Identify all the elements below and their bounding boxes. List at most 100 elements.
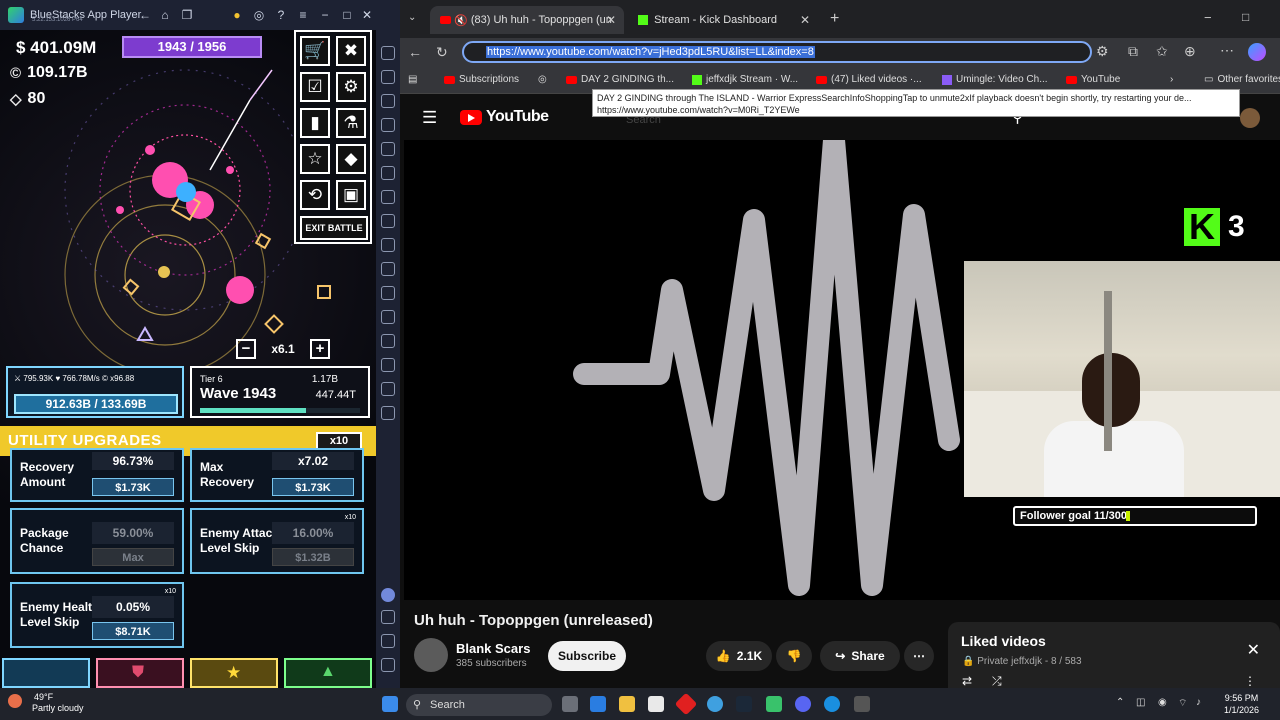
guide-menu-icon[interactable]: ☰ [422,108,437,128]
tray-icon[interactable]: ◉ [1158,697,1167,708]
sidebar-tool-icon[interactable] [381,70,395,84]
sidebar-tool-icon[interactable] [381,358,395,372]
tab-utility[interactable]: ★ [190,658,278,688]
sidebar-tool-icon[interactable] [381,190,395,204]
sidebar-tool-icon[interactable] [381,310,395,324]
lab-button[interactable]: ⚗ [336,108,366,138]
weather-widget[interactable]: 49°F Partly cloudy [8,692,84,714]
volume-icon[interactable]: ♪ [1196,697,1201,708]
wifi-icon[interactable]: ⌔ [1178,697,1187,710]
refresh-icon[interactable]: ↻ [436,44,448,61]
upgrade-cost-button[interactable]: $1.73K [272,478,354,496]
copilot-app-icon[interactable] [590,696,606,712]
bluestacks-app-icon[interactable] [766,696,782,712]
module-button[interactable]: ◆ [336,144,366,174]
clock[interactable]: 9:56 PM 1/1/2026 [1224,692,1259,716]
extensions-icon[interactable]: ⚙ [1096,43,1109,60]
close-playlist-icon[interactable]: ✕ [1247,640,1260,660]
more-actions-button[interactable]: ⋯ [904,641,934,671]
copilot-icon[interactable] [1248,43,1266,61]
maximize-icon[interactable]: □ [340,8,354,22]
close-tab-icon[interactable]: ✕ [800,13,810,27]
start-icon[interactable] [382,696,398,712]
recent-apps-icon[interactable]: ❐ [180,8,194,22]
discord-app-icon[interactable] [795,696,811,712]
home-icon[interactable]: ⌂ [158,8,172,22]
sidebar-tool-icon[interactable] [381,94,395,108]
home-icon[interactable] [381,658,395,672]
tab-list-icon[interactable]: ⌄ [408,12,416,23]
bookmarks-toggle-icon[interactable]: ▤ [408,74,417,85]
dislike-button[interactable]: 👎 [776,641,812,671]
account-icon[interactable]: ◎ [252,8,266,22]
task-view-icon[interactable] [562,696,578,712]
playlist-more-icon[interactable]: ⋮ [1244,674,1256,688]
upgrade-cost-button[interactable]: Max [92,548,174,566]
bookmark-item[interactable]: Umingle: Video Ch... [942,74,1048,85]
star-button[interactable]: ☆ [300,144,330,174]
channel-avatar[interactable] [414,638,448,672]
upgrade-card[interactable]: Recovery Amount 96.73% $1.73K [10,448,184,502]
close-tab-icon[interactable]: ✕ [606,13,616,27]
card-button[interactable]: ▮ [300,108,330,138]
tab-ultimate[interactable]: ▲ [284,658,372,688]
close-menu-button[interactable]: ✖ [336,36,366,66]
split-screen-icon[interactable]: ⧉ [1128,43,1138,60]
sidebar-tool-icon[interactable] [381,214,395,228]
discord-icon[interactable] [381,588,395,602]
speed-decrease-button[interactable]: − [236,339,256,359]
upgrade-cost-button[interactable]: $8.71K [92,622,174,640]
bookmarks-overflow-icon[interactable]: › [1170,74,1173,85]
steam-icon[interactable] [736,696,752,712]
channel-name[interactable]: Blank Scars [456,641,530,656]
new-tab-button[interactable]: + [830,10,839,28]
collections-icon[interactable]: ⊕ [1184,43,1196,60]
upgrade-cost-button[interactable]: $1.32B [272,548,354,566]
sidebar-tool-icon[interactable] [381,286,395,300]
edge-icon[interactable] [824,696,840,712]
maximize-icon[interactable]: □ [1242,10,1249,24]
tray-chevron-icon[interactable]: ⌃ [1116,697,1124,708]
bookmark-item[interactable]: jeffxdjk Stream · W... [692,74,798,85]
sidebar-tool-icon[interactable] [381,406,395,420]
upgrade-cost-button[interactable]: $1.73K [92,478,174,496]
minimize-icon[interactable]: − [318,8,332,22]
help-icon[interactable]: ? [274,8,288,22]
bookmark-item[interactable]: Subscriptions [444,74,519,85]
sidebar-tool-icon[interactable] [381,118,395,132]
archive-button[interactable]: ▣ [336,180,366,210]
back-icon[interactable]: ← [138,8,152,22]
sidebar-tool-icon[interactable] [381,334,395,348]
upgrade-card[interactable]: x10 Enemy Health Level Skip 0.05% $8.71K [10,582,184,648]
settings-button[interactable]: ⚙ [336,72,366,102]
tab-kick[interactable]: Stream - Kick Dashboard ✕ [628,6,818,34]
sidebar-tool-icon[interactable] [381,262,395,276]
bookmark-item[interactable]: (47) Liked videos ·... [816,74,922,85]
settings-icon[interactable] [381,610,395,624]
settings-app-icon[interactable] [854,696,870,712]
share-button[interactable]: ↪ Share [820,641,900,671]
history-button[interactable]: ⟲ [300,180,330,210]
bookmark-item[interactable]: ▭ Other favorites [1204,74,1280,85]
bookmark-item[interactable]: YouTube [1066,74,1120,85]
tab-youtube[interactable]: 🔇 (83) Uh huh - Topoppgen (un ✕ [430,6,624,34]
bookmark-item[interactable]: DAY 2 GINDING th... [566,74,674,85]
sidebar-tool-icon[interactable] [381,238,395,252]
tray-icon[interactable]: ◫ [1136,697,1145,708]
shuffle-icon[interactable]: ⤮ [992,674,1002,689]
tasks-button[interactable]: ☑ [300,72,330,102]
mute-icon[interactable]: 🔇 [454,14,468,27]
sidebar-tool-icon[interactable] [381,166,395,180]
game-area[interactable]: $ 401.09M © 109.17B ◇ 80 1943 / 1956 🛒 ✖ ☑… [0,30,376,688]
back-icon[interactable] [381,634,395,648]
like-button[interactable]: 👍 2.1K [706,641,772,671]
speed-increase-button[interactable]: + [309,339,330,359]
youtube-logo[interactable]: YouTube [460,108,549,126]
more-icon[interactable]: ⋯ [1220,42,1234,59]
sidebar-tool-icon[interactable] [381,46,395,60]
tab-defense[interactable]: ⛊ [96,658,184,688]
minimize-icon[interactable]: − [1204,10,1212,25]
sidebar-tool-icon[interactable] [381,382,395,396]
browser-app-icon[interactable] [707,696,723,712]
globe-icon[interactable]: ◎ [538,74,547,85]
